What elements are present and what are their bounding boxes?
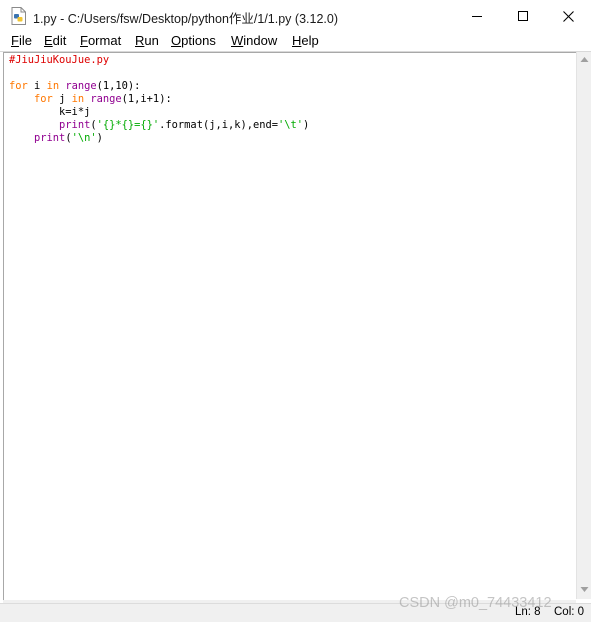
code-token: ) — [96, 132, 103, 144]
comment-token: #JiuJiuKouJue.py — [9, 54, 110, 66]
scroll-up-arrow-icon[interactable] — [580, 57, 589, 62]
code-token: ) — [303, 119, 310, 131]
status-bar: Ln: 8 Col: 0 — [0, 603, 591, 622]
line-number: Ln: 8 — [515, 606, 541, 618]
menu-run[interactable]: Run — [135, 33, 159, 48]
window-title: 1.py - C:/Users/fsw/Desktop/python作业/1/1… — [33, 12, 338, 26]
maximize-button[interactable] — [500, 0, 546, 32]
python-file-icon — [11, 7, 27, 25]
menu-options[interactable]: Options — [171, 33, 216, 48]
minimize-icon — [472, 16, 482, 17]
title-bar[interactable]: 1.py - C:/Users/fsw/Desktop/python作业/1/1… — [0, 0, 591, 32]
menu-format[interactable]: Format — [80, 33, 121, 48]
builtin-token: print — [34, 132, 66, 144]
column-number: Col: 0 — [554, 606, 585, 618]
code-line: #JiuJiuKouJue.py — [9, 54, 109, 66]
code-token: i — [27, 80, 47, 92]
menu-file[interactable]: File — [11, 33, 32, 48]
keyword-token: in — [71, 93, 85, 105]
code-token: (1,i+1): — [121, 93, 172, 105]
menu-help[interactable]: Help — [292, 33, 319, 48]
string-token: '{}*{}={}' — [96, 119, 160, 131]
code-token: k=i*j — [9, 106, 91, 118]
code-line: print('\n') — [9, 132, 103, 144]
string-token: '\t' — [278, 119, 304, 131]
builtin-token: print — [59, 119, 91, 131]
minimize-button[interactable] — [454, 0, 500, 32]
menu-bar: File Edit Format Run Options Window Help — [0, 32, 591, 52]
menu-window[interactable]: Window — [231, 33, 277, 48]
builtin-token: range — [65, 80, 97, 92]
code-token: .format(j,i,k),end= — [159, 119, 279, 131]
close-button[interactable] — [545, 0, 591, 32]
code-token: j — [52, 93, 72, 105]
close-icon — [562, 10, 574, 22]
code-line: for i in range(1,10): — [9, 80, 140, 92]
keyword-token: in — [46, 80, 60, 92]
code-editor[interactable]: #JiuJiuKouJue.py for i in range(1,10): f… — [3, 52, 576, 600]
string-token: '\n' — [71, 132, 97, 144]
keyword-token: for — [34, 93, 53, 105]
code-line: k=i*j — [9, 106, 90, 118]
scroll-down-arrow-icon[interactable] — [580, 587, 589, 592]
builtin-token: range — [90, 93, 122, 105]
vertical-scrollbar[interactable] — [576, 52, 591, 599]
maximize-icon — [518, 11, 528, 21]
menu-edit[interactable]: Edit — [44, 33, 66, 48]
code-line: for j in range(1,i+1): — [9, 93, 172, 105]
code-line: print('{}*{}={}'.format(j,i,k),end='\t') — [9, 119, 309, 131]
code-text[interactable]: #JiuJiuKouJue.py for i in range(1,10): f… — [9, 54, 309, 145]
keyword-token: for — [9, 80, 28, 92]
code-token: (1,10): — [96, 80, 141, 92]
